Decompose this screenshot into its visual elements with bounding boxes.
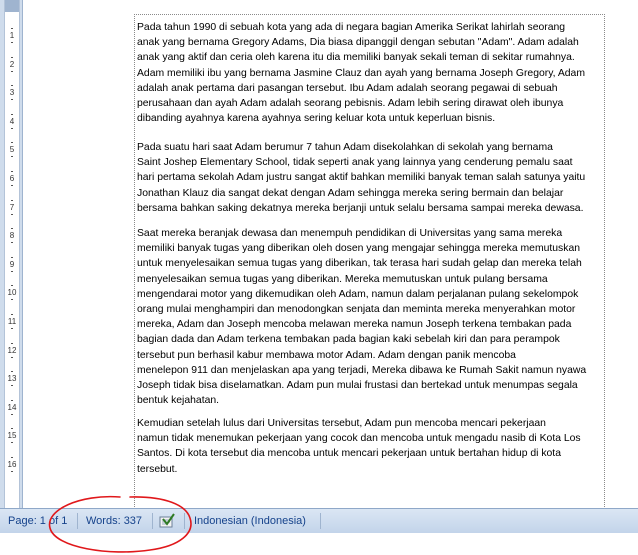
ruler-number: 16 [7,460,17,469]
ruler-tick [11,285,13,287]
text-line: bersama bahkan saking dekatnya mereka be… [137,202,584,214]
text-line: Pada tahun 1990 di sebuah kota yang ada … [137,22,566,33]
status-separator [77,513,78,529]
ruler-number: 2 [9,59,15,69]
text-line: Kemudian setelah lulus dari Universitas … [137,418,546,429]
paragraph[interactable]: Kemudian setelah lulus dari Universitas … [137,416,607,477]
status-separator [184,513,185,529]
status-bar: Page: 1 of 1 Words: 337 Indonesian (Indo… [0,508,638,533]
ruler-tick [11,399,13,401]
paragraph[interactable]: Pada suatu hari saat Adam berumur 7 tahu… [137,140,607,216]
ruler-tick [11,70,13,72]
text-line: adalah anak pertama dari pasangan terseb… [137,82,558,94]
vertical-ruler[interactable]: 1 2 3 4 5 6 7 8 9 10 11 12 13 14 15 16 [0,0,23,508]
ruler-tick [11,142,13,144]
text-line: tersebut. [137,463,178,475]
window-bottom-area [0,533,638,555]
text-line: anak yang bernama Gregory Adams, Dia bia… [137,37,579,49]
ruler-number: 1 [9,31,15,40]
ruler-tick [11,328,13,329]
ruler-number: 12 [7,345,17,355]
ruler-number: 8 [9,231,15,241]
ruler-tick [11,471,13,472]
ruler-tick [11,113,13,115]
proofing-check-icon[interactable] [157,512,177,530]
text-line: namun tidak menemukan pekerjaan yang coc… [137,433,581,445]
ruler-tick [11,442,13,444]
ruler-number: 13 [7,374,17,384]
ruler-strip: 1 2 3 4 5 6 7 8 9 10 11 12 13 14 15 16 [4,0,20,508]
text-line: Pada suatu hari saat Adam berumur 7 tahu… [137,142,553,153]
text-line: memiliki banyak tugas yang diberikan ole… [137,243,581,255]
text-line: Saint Joshep Elementary School, tidak se… [137,157,573,169]
text-line: Joseph tidak bisa diselamatkan. Adam pun… [137,380,578,392]
text-line: mengendarai motor yang dikemudikan oleh … [137,288,579,300]
paragraph[interactable]: Pada tahun 1990 di sebuah kota yang ada … [137,20,607,126]
text-line: bagian dada dan Adam terkena tembakan pa… [137,334,560,346]
page-count[interactable]: Page: 1 of 1 [8,509,67,533]
ruler-tick [11,385,13,387]
ruler-tick [11,356,13,358]
paragraph[interactable]: Saat mereka beranjak dewasa dan menempuh… [137,226,607,408]
ruler-tick [11,56,13,58]
ruler-tick [11,199,13,201]
ruler-tick [11,127,13,129]
ruler-tick [11,213,13,215]
text-line: Adam memiliki ibu yang bernama Jasmine C… [137,67,585,79]
ruler-tick [11,342,13,344]
text-line: tersebut pun berhasil kabur membawa moto… [137,349,516,361]
ruler-number: 10 [7,288,17,298]
text-line: orang mulai menghampiri dan menodongkan … [137,304,576,316]
text-line: Jonathan Klauz dia sangat dekat dengan A… [137,187,564,199]
ruler-number: 4 [9,116,15,126]
ruler-tick [11,156,13,158]
text-line: menelepon 911 dan menjelaskan apa yang t… [137,364,587,376]
text-line: mereka, Adam dan Joseph mencoba melawan … [137,319,572,331]
ruler-tick [11,256,13,258]
ruler-tick [11,228,13,230]
text-line: perusahaan dan ayah Adam adalah seorang … [137,98,564,110]
ruler-tick [11,371,13,373]
ruler-tick [11,28,13,29]
ruler-number: 3 [9,88,15,98]
text-line: hari pertama sekolah Adam justru sangat … [137,172,586,184]
ruler-number: 7 [9,202,15,212]
status-separator [320,513,321,529]
ruler-tick [11,413,13,415]
ruler-number: 15 [7,431,17,441]
ruler-tick [11,171,13,172]
ruler-tick [11,314,13,315]
ruler-tick [11,457,13,458]
ruler-number: 9 [9,259,15,269]
ruler-tick [11,85,13,87]
ruler-margin [5,0,19,12]
ruler-number: 14 [7,402,17,412]
text-line: bentuk kejahatan. [137,395,220,407]
ruler-tick [11,185,13,186]
text-line: dibanding ayahnya karena ayahnya sering … [137,113,496,125]
ruler-number: 11 [7,317,17,326]
text-line: Santos. Di kota tersebut dia mencoba unt… [137,448,561,460]
ruler-tick [11,270,13,272]
language-indicator[interactable]: Indonesian (Indonesia) [194,509,306,533]
text-line: untuk menyelesaikan semua tugas yang dib… [137,258,582,270]
text-line: Saat mereka beranjak dewasa dan menempuh… [137,228,563,239]
ruler-tick [11,242,13,244]
text-line: anak yang aktif dan ceria oleh karena it… [137,52,575,64]
status-separator [152,513,153,529]
ruler-tick [11,42,13,43]
ruler-number: 6 [9,174,15,183]
ruler-tick [11,428,13,430]
ruler-tick [11,299,13,301]
word-count[interactable]: Words: 337 [86,509,142,533]
text-line: menyelesaikan semua tugas yang diberikan… [137,273,548,285]
ruler-number: 5 [9,145,15,155]
ruler-tick [11,99,13,101]
